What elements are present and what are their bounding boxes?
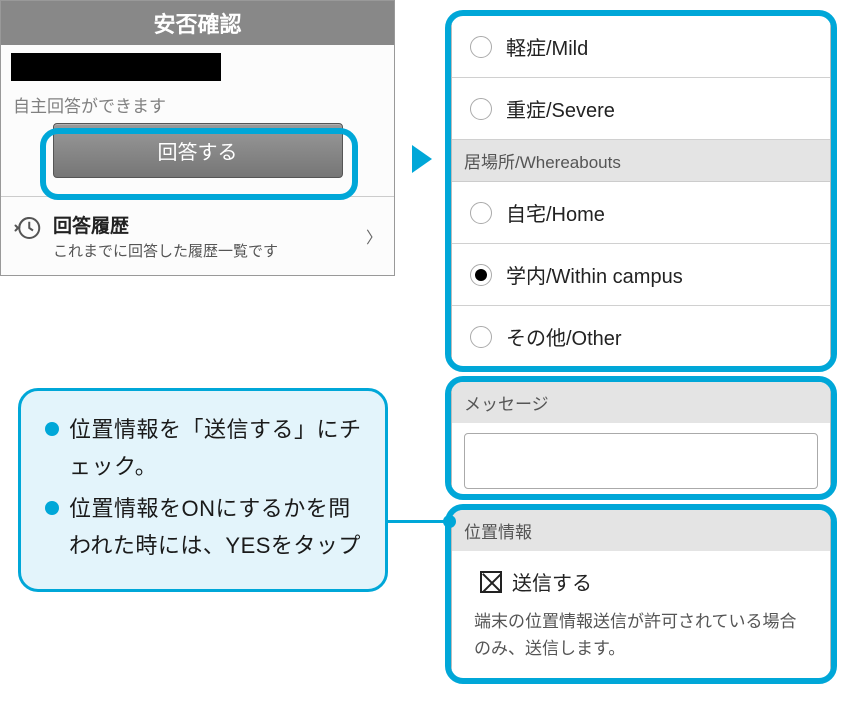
history-row[interactable]: 回答履歴 これまでに回答した履歴一覧です 〉 bbox=[1, 196, 394, 275]
radio-label: 重症/Severe bbox=[506, 94, 615, 123]
self-answer-label: 自主回答ができます bbox=[1, 86, 394, 119]
form-section-message: メッセージ bbox=[445, 376, 837, 500]
form-section-location: 位置情報 送信する 端末の位置情報送信が許可されている場合のみ、送信します。 bbox=[445, 504, 837, 684]
location-note: 端末の位置情報送信が許可されている場合のみ、送信します。 bbox=[452, 604, 830, 674]
user-row bbox=[1, 45, 394, 86]
arrow-right-icon bbox=[412, 145, 432, 173]
user-name-redacted bbox=[11, 53, 221, 81]
radio-label: 学内/Within campus bbox=[506, 260, 683, 289]
radio-icon bbox=[470, 202, 492, 224]
answer-button[interactable]: 回答する bbox=[53, 123, 343, 178]
message-input[interactable] bbox=[464, 433, 818, 489]
callout-connector-line bbox=[386, 520, 450, 523]
history-icon bbox=[13, 213, 43, 243]
left-column: 安否確認 自主回答ができます 回答する 回答履歴 これまでに回答した履歴一覧です… bbox=[0, 0, 395, 276]
location-checkbox-row[interactable]: 送信する bbox=[452, 551, 830, 604]
radio-option-other[interactable]: その他/Other bbox=[452, 306, 830, 367]
radio-icon bbox=[470, 326, 492, 348]
right-column: 軽症/Mild 重症/Severe 居場所/Whereabouts 自宅/Hom… bbox=[445, 10, 837, 688]
radio-icon bbox=[470, 36, 492, 58]
safety-check-panel: 安否確認 自主回答ができます 回答する 回答履歴 これまでに回答した履歴一覧です… bbox=[0, 0, 395, 276]
checkbox-label: 送信する bbox=[512, 567, 592, 596]
history-text: 回答履歴 これまでに回答した履歴一覧です bbox=[53, 211, 356, 261]
history-title: 回答履歴 bbox=[53, 211, 356, 238]
instruction-callout: 位置情報を「送信する」にチェック。 位置情報をONにするかを問われた時には、YE… bbox=[18, 388, 388, 592]
whereabouts-header: 居場所/Whereabouts bbox=[452, 140, 830, 182]
form-section-options: 軽症/Mild 重症/Severe 居場所/Whereabouts 自宅/Hom… bbox=[445, 10, 837, 372]
panel-title: 安否確認 bbox=[1, 1, 394, 45]
radio-option-home[interactable]: 自宅/Home bbox=[452, 182, 830, 244]
radio-option-severe[interactable]: 重症/Severe bbox=[452, 78, 830, 140]
radio-label: その他/Other bbox=[506, 322, 622, 351]
checkbox-icon bbox=[480, 571, 502, 593]
radio-icon-selected bbox=[470, 264, 492, 286]
radio-option-campus[interactable]: 学内/Within campus bbox=[452, 244, 830, 306]
radio-icon bbox=[470, 98, 492, 120]
radio-option-mild[interactable]: 軽症/Mild bbox=[452, 16, 830, 78]
radio-label: 軽症/Mild bbox=[506, 32, 588, 61]
history-desc: これまでに回答した履歴一覧です bbox=[53, 240, 356, 261]
chevron-right-icon: 〉 bbox=[366, 224, 382, 248]
callout-item: 位置情報を「送信する」にチェック。 bbox=[45, 411, 365, 486]
callout-item: 位置情報をONにするかを問われた時には、YESをタップ bbox=[45, 490, 365, 565]
location-header: 位置情報 bbox=[452, 510, 830, 551]
message-header: メッセージ bbox=[452, 382, 830, 423]
radio-label: 自宅/Home bbox=[506, 198, 605, 227]
